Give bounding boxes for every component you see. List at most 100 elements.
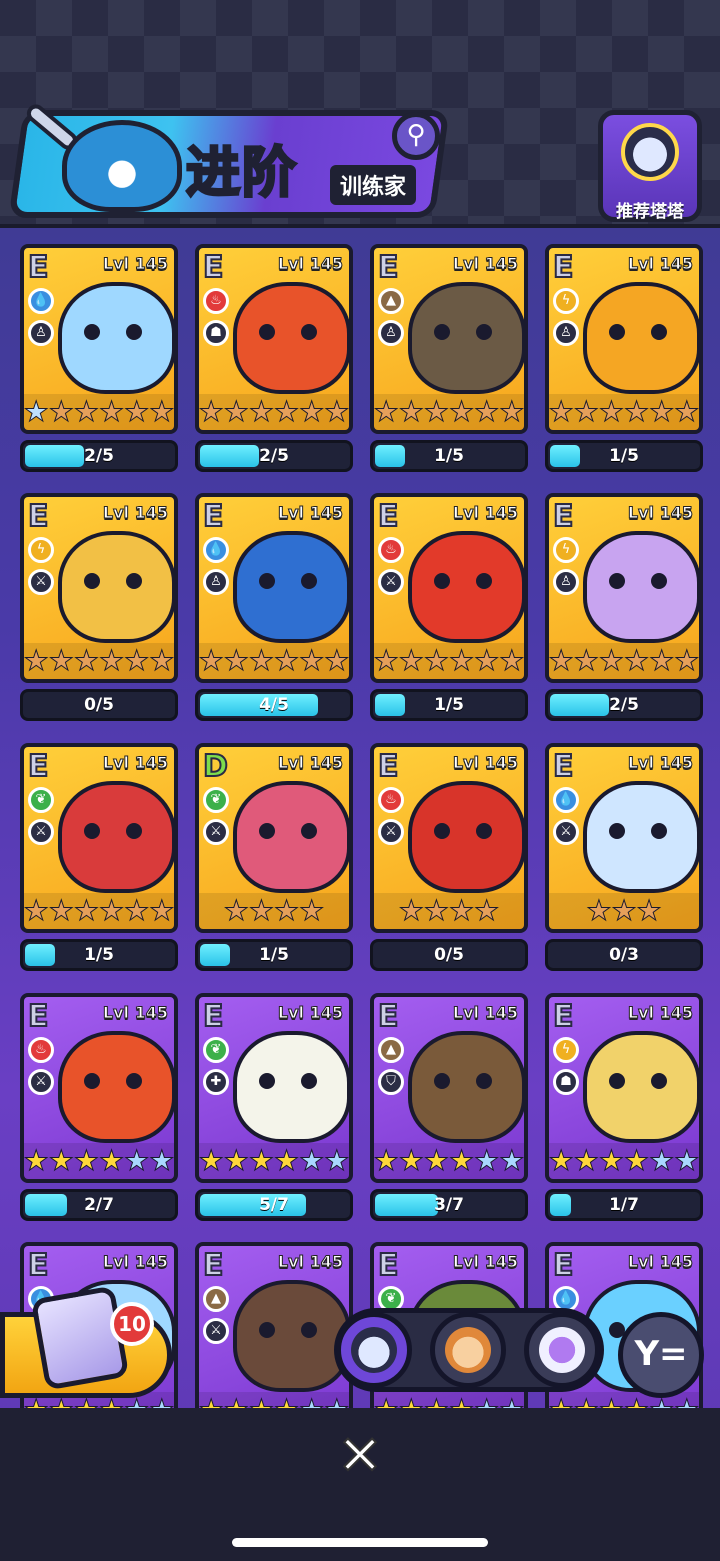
- search-button[interactable]: ⚲: [392, 112, 440, 160]
- star-icon: ★: [198, 644, 224, 677]
- star-icon: ★: [623, 644, 650, 677]
- filter-sort-icon: Y=: [634, 1334, 688, 1374]
- star-icon: ★: [598, 1394, 624, 1408]
- star-icon: ★: [23, 395, 49, 428]
- star-icon: ★: [674, 1394, 699, 1408]
- star-icon: ★: [573, 395, 599, 428]
- star-icon: ★: [248, 894, 274, 927]
- tata-portrait: [408, 1031, 524, 1143]
- star-icon: ★: [299, 1144, 325, 1177]
- progress-bar: 1/5: [545, 440, 703, 472]
- filter-star-button[interactable]: [524, 1312, 600, 1388]
- sort-filter-button[interactable]: Y=: [618, 1312, 704, 1398]
- sword-role-icon: ⚔: [553, 819, 579, 845]
- rank-letter: D: [202, 748, 229, 785]
- star-icon: ★: [649, 395, 675, 428]
- star-icon: ★: [73, 395, 99, 428]
- shield-role-icon: ⛉: [378, 1069, 404, 1095]
- progress-bar: 0/5: [370, 939, 528, 971]
- star-rating: ★★★★★★: [24, 893, 174, 929]
- progress-bar: 1/7: [545, 1189, 703, 1221]
- rank-letter: E: [552, 498, 574, 535]
- level-label: Lvl 145: [277, 753, 343, 773]
- star-rating: ★★★★★★: [199, 643, 349, 679]
- star-icon: ★: [299, 644, 325, 677]
- tata-card[interactable]: E Lvl 145 ϟ ☗ ★ ★ ★ ★ ★ ★: [545, 993, 703, 1183]
- tata-card[interactable]: E Lvl 145 ϟ ♙ ★ ★ ★ ★ ★ ★: [545, 244, 703, 434]
- tata-card[interactable]: ELvl 145❦⚔★★★★★★: [20, 743, 178, 933]
- tata-card[interactable]: E Lvl 145 ▲ ⛉ ★ ★ ★ ★ ★ ★: [370, 993, 528, 1183]
- star-rating: ★★★★★★: [24, 643, 174, 679]
- tata-card[interactable]: E Lvl 145 ♨ ⚔ ★ ★ ★ ★: [370, 743, 528, 933]
- tata-portrait: [233, 1280, 349, 1392]
- tata-card[interactable]: D Lvl 145 ❦ ⚔ ★ ★ ★ ★: [195, 743, 353, 933]
- star-icon: ★: [448, 1394, 474, 1408]
- tata-card[interactable]: E Lvl 145 💧 ⚔ ★ ★ ★: [545, 743, 703, 933]
- star-icon: ★: [423, 644, 449, 677]
- star-icon: ★: [124, 1144, 150, 1177]
- star-icon: ★: [548, 644, 574, 677]
- hamster-icon: [445, 1327, 491, 1373]
- star-icon: ★: [573, 1144, 599, 1177]
- tata-robot-icon: [351, 1327, 397, 1373]
- recommend-label: 推荐塔塔: [616, 202, 684, 222]
- tata-card[interactable]: E Lvl 145 ϟ ⚔ ★ ★ ★ ★ ★ ★: [20, 493, 178, 683]
- star-icon: ★: [423, 395, 449, 428]
- progress-bar: 5/7: [195, 1189, 353, 1221]
- tata-portrait: [58, 531, 174, 643]
- tata-card[interactable]: E Lvl 145 ▲ ♙ ★ ★ ★ ★ ★ ★: [370, 244, 528, 434]
- level-label: Lvl 145: [452, 254, 518, 274]
- star-icon: ★: [548, 1144, 574, 1177]
- star-icon: ★: [423, 1144, 449, 1177]
- recommend-tata-button[interactable]: 推荐塔塔: [598, 110, 702, 222]
- filter-hamster-button[interactable]: [430, 1312, 506, 1388]
- tata-card[interactable]: E Lvl 145 💧 ♙ ★ ★ ★ ★ ★ ★: [20, 244, 178, 434]
- bag-role-icon: ♙: [553, 320, 579, 346]
- star-icon: ★: [549, 1394, 574, 1408]
- filter-tata-button[interactable]: [336, 1312, 412, 1388]
- tata-card[interactable]: ELvl 145▲⚔★★★★★★: [195, 1242, 353, 1408]
- level-label: Lvl 145: [452, 1252, 518, 1272]
- progress-bar: 2/5: [545, 689, 703, 721]
- close-button[interactable]: ✕: [330, 1425, 390, 1487]
- tata-card[interactable]: E Lvl 145 ♨ ☗ ★ ★ ★ ★ ★ ★: [195, 244, 353, 434]
- progress-bar: 1/5: [370, 440, 528, 472]
- star-icon: ★: [598, 1144, 624, 1177]
- tata-card[interactable]: E Lvl 145 ❦ ✚ ★ ★ ★ ★ ★ ★: [195, 993, 353, 1183]
- tata-card[interactable]: E Lvl 145 ♨ ⚔ ★ ★ ★ ★ ★ ★: [20, 993, 178, 1183]
- rank-letter: E: [377, 1247, 399, 1284]
- sword-role-icon: ⚔: [378, 569, 404, 595]
- page-subtitle: 训练家: [330, 165, 417, 205]
- star-icon: ★: [149, 1394, 174, 1408]
- water-element-icon: 💧: [203, 537, 229, 563]
- level-label: Lvl 145: [627, 254, 693, 274]
- electric-element-icon: ϟ: [28, 537, 54, 563]
- chest-count-badge: 10: [110, 1302, 154, 1346]
- star-icon: ★: [23, 1144, 49, 1177]
- progress-text: 5/7: [259, 1195, 289, 1215]
- rank-letter: E: [552, 249, 574, 286]
- star-icon: ★: [223, 1144, 249, 1177]
- water-element-icon: 💧: [28, 288, 54, 314]
- progress-bar: 4/5: [195, 689, 353, 721]
- tata-card[interactable]: E Lvl 145 ♨ ⚔ ★ ★ ★ ★ ★ ★: [370, 493, 528, 683]
- star-icon: ★: [324, 1394, 349, 1408]
- star-icon: ★: [499, 1144, 525, 1177]
- tata-card[interactable]: E Lvl 145 ϟ ♙ ★ ★ ★ ★ ★ ★: [545, 493, 703, 683]
- star-icon: ★: [299, 1394, 325, 1408]
- star-icon: ★: [198, 395, 224, 428]
- tata-portrait: [233, 1031, 349, 1143]
- level-label: Lvl 145: [102, 503, 168, 523]
- level-label: Lvl 145: [452, 1003, 518, 1023]
- home-indicator[interactable]: [232, 1538, 488, 1547]
- star-icon: ★: [299, 894, 325, 927]
- progress-bar: 2/5: [195, 440, 353, 472]
- ghost-role-icon: ☗: [203, 320, 229, 346]
- star-icon: ★: [373, 1144, 399, 1177]
- star-icon: ★: [674, 1144, 700, 1177]
- star-icon: ★: [248, 644, 274, 677]
- tata-card[interactable]: E Lvl 145 💧 ♙ ★ ★ ★ ★ ★ ★: [195, 493, 353, 683]
- earth-element-icon: ▲: [378, 1037, 404, 1063]
- star-icon: ★: [623, 1394, 649, 1408]
- star-icon: ★: [611, 894, 637, 927]
